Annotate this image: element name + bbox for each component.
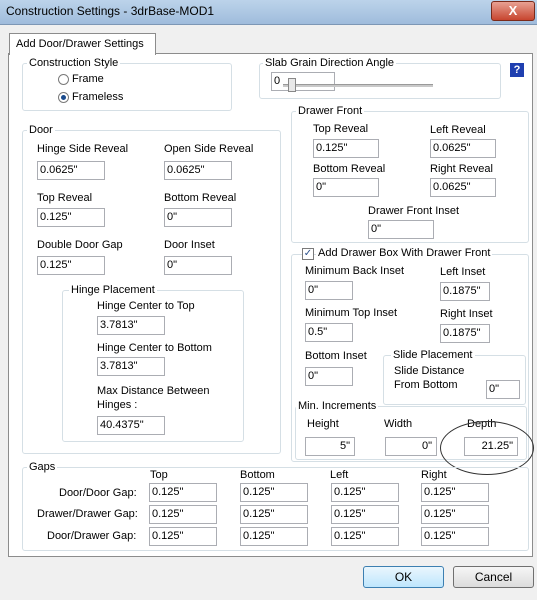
gaps-input[interactable]: 0.125" [421, 483, 489, 502]
tab-label: Add Door/Drawer Settings [16, 38, 144, 50]
max-distance-input[interactable]: 40.4375" [97, 416, 165, 435]
gaps-row-label: Drawer/Drawer Gap: [37, 508, 138, 520]
slab-grain-input[interactable]: 0 [271, 72, 335, 91]
gaps-input[interactable]: 0.125" [331, 505, 399, 524]
double-door-gap-label: Double Door Gap [37, 239, 123, 251]
gaps-input[interactable]: 0.125" [149, 527, 217, 546]
gaps-col-right: Right [421, 469, 447, 481]
df-right-reveal-input[interactable]: 0.0625" [430, 178, 496, 197]
radio-frameless[interactable] [58, 92, 69, 103]
slide-distance-label-line1: Slide Distance [394, 365, 465, 377]
width-input[interactable]: 0" [385, 437, 437, 456]
door-bottom-reveal-label: Bottom Reveal [164, 192, 237, 204]
gaps-input[interactable]: 0.125" [149, 505, 217, 524]
gaps-col-bottom: Bottom [240, 469, 275, 481]
door-inset-input[interactable]: 0" [164, 256, 232, 275]
gaps-input[interactable]: 0.125" [331, 483, 399, 502]
height-input[interactable]: 5" [305, 437, 355, 456]
gaps-input[interactable]: 0.125" [240, 483, 308, 502]
df-right-reveal-label: Right Reveal [430, 163, 493, 175]
gaps-row-label: Door/Door Gap: [59, 487, 137, 499]
gaps-input[interactable]: 0.125" [331, 527, 399, 546]
cancel-button[interactable]: Cancel [453, 566, 534, 588]
radio-frame-label[interactable]: Frame [72, 73, 104, 85]
df-left-reveal-input[interactable]: 0.0625" [430, 139, 496, 158]
gaps-input[interactable]: 0.125" [421, 527, 489, 546]
hinge-placement-label: Hinge Placement [69, 284, 157, 296]
right-inset-input[interactable]: 0.1875" [440, 324, 490, 343]
height-label: Height [307, 418, 339, 430]
radio-frameless-label[interactable]: Frameless [72, 91, 123, 103]
df-inset-label: Drawer Front Inset [368, 205, 460, 217]
df-left-reveal-label: Left Reveal [430, 124, 486, 136]
gaps-row-label: Door/Drawer Gap: [47, 530, 137, 542]
left-inset-input[interactable]: 0.1875" [440, 282, 490, 301]
hinge-center-top-label: Hinge Center to Top [97, 300, 195, 312]
min-back-inset-label: Minimum Back Inset [305, 265, 405, 277]
add-drawer-box-label[interactable]: Add Drawer Box With Drawer Front [316, 247, 493, 259]
left-inset-label: Left Inset [440, 266, 486, 278]
df-inset-input[interactable]: 0" [368, 220, 434, 239]
slab-grain-slider-track[interactable] [283, 84, 433, 87]
window-title: Construction Settings - 3drBase-MOD1 [6, 4, 215, 18]
close-button[interactable]: X [491, 1, 535, 21]
slide-distance-label-line2: From Bottom [394, 379, 458, 391]
gaps-label: Gaps [27, 461, 58, 473]
door-top-reveal-input[interactable]: 0.125" [37, 208, 105, 227]
slab-grain-slider-thumb[interactable] [288, 78, 296, 92]
tab-add-door-drawer-settings[interactable]: Add Door/Drawer Settings [9, 33, 156, 55]
hinge-center-bottom-input[interactable]: 3.7813" [97, 357, 165, 376]
bottom-inset-input[interactable]: 0" [305, 367, 353, 386]
gaps-input[interactable]: 0.125" [240, 527, 308, 546]
door-top-reveal-label: Top Reveal [37, 192, 93, 204]
slab-grain-label: Slab Grain Direction Angle [263, 57, 397, 69]
ok-button[interactable]: OK [363, 566, 444, 588]
min-increments-label: Min. Increments [296, 400, 379, 412]
df-bottom-reveal-label: Bottom Reveal [313, 163, 386, 175]
min-top-inset-label: Minimum Top Inset [305, 307, 398, 319]
double-door-gap-input[interactable]: 0.125" [37, 256, 105, 275]
max-distance-label-line1: Max Distance Between [97, 385, 210, 397]
gaps-col-top: Top [150, 469, 168, 481]
construction-style-group [22, 63, 232, 111]
min-back-inset-input[interactable]: 0" [305, 281, 353, 300]
right-inset-label: Right Inset [440, 308, 493, 320]
open-side-reveal-input[interactable]: 0.0625" [164, 161, 232, 180]
df-top-reveal-label: Top Reveal [313, 123, 369, 135]
add-drawer-box-checkbox[interactable]: ✓ [302, 248, 314, 260]
min-top-inset-input[interactable]: 0.5" [305, 323, 353, 342]
help-icon[interactable]: ? [510, 63, 524, 77]
hinge-side-reveal-label: Hinge Side Reveal [37, 143, 129, 155]
door-group-label: Door [27, 124, 55, 136]
gaps-input[interactable]: 0.125" [149, 483, 217, 502]
radio-frame[interactable] [58, 74, 69, 85]
hinge-center-bottom-label: Hinge Center to Bottom [97, 342, 212, 354]
width-label: Width [384, 418, 413, 430]
gaps-input[interactable]: 0.125" [240, 505, 308, 524]
drawer-front-label: Drawer Front [296, 105, 365, 117]
df-top-reveal-input[interactable]: 0.125" [313, 139, 379, 158]
hinge-center-top-input[interactable]: 3.7813" [97, 316, 165, 335]
door-bottom-reveal-input[interactable]: 0" [164, 208, 232, 227]
gaps-col-left: Left [330, 469, 349, 481]
slide-placement-label: Slide Placement [391, 349, 475, 361]
slide-distance-input[interactable]: 0" [486, 380, 520, 399]
df-bottom-reveal-input[interactable]: 0" [313, 178, 379, 197]
open-side-reveal-label: Open Side Reveal [164, 143, 254, 155]
door-inset-label: Door Inset [164, 239, 215, 251]
max-distance-label-line2: Hinges : [97, 399, 138, 411]
construction-style-label: Construction Style [27, 57, 121, 69]
hinge-side-reveal-input[interactable]: 0.0625" [37, 161, 105, 180]
gaps-input[interactable]: 0.125" [421, 505, 489, 524]
bottom-inset-label: Bottom Inset [305, 350, 367, 362]
